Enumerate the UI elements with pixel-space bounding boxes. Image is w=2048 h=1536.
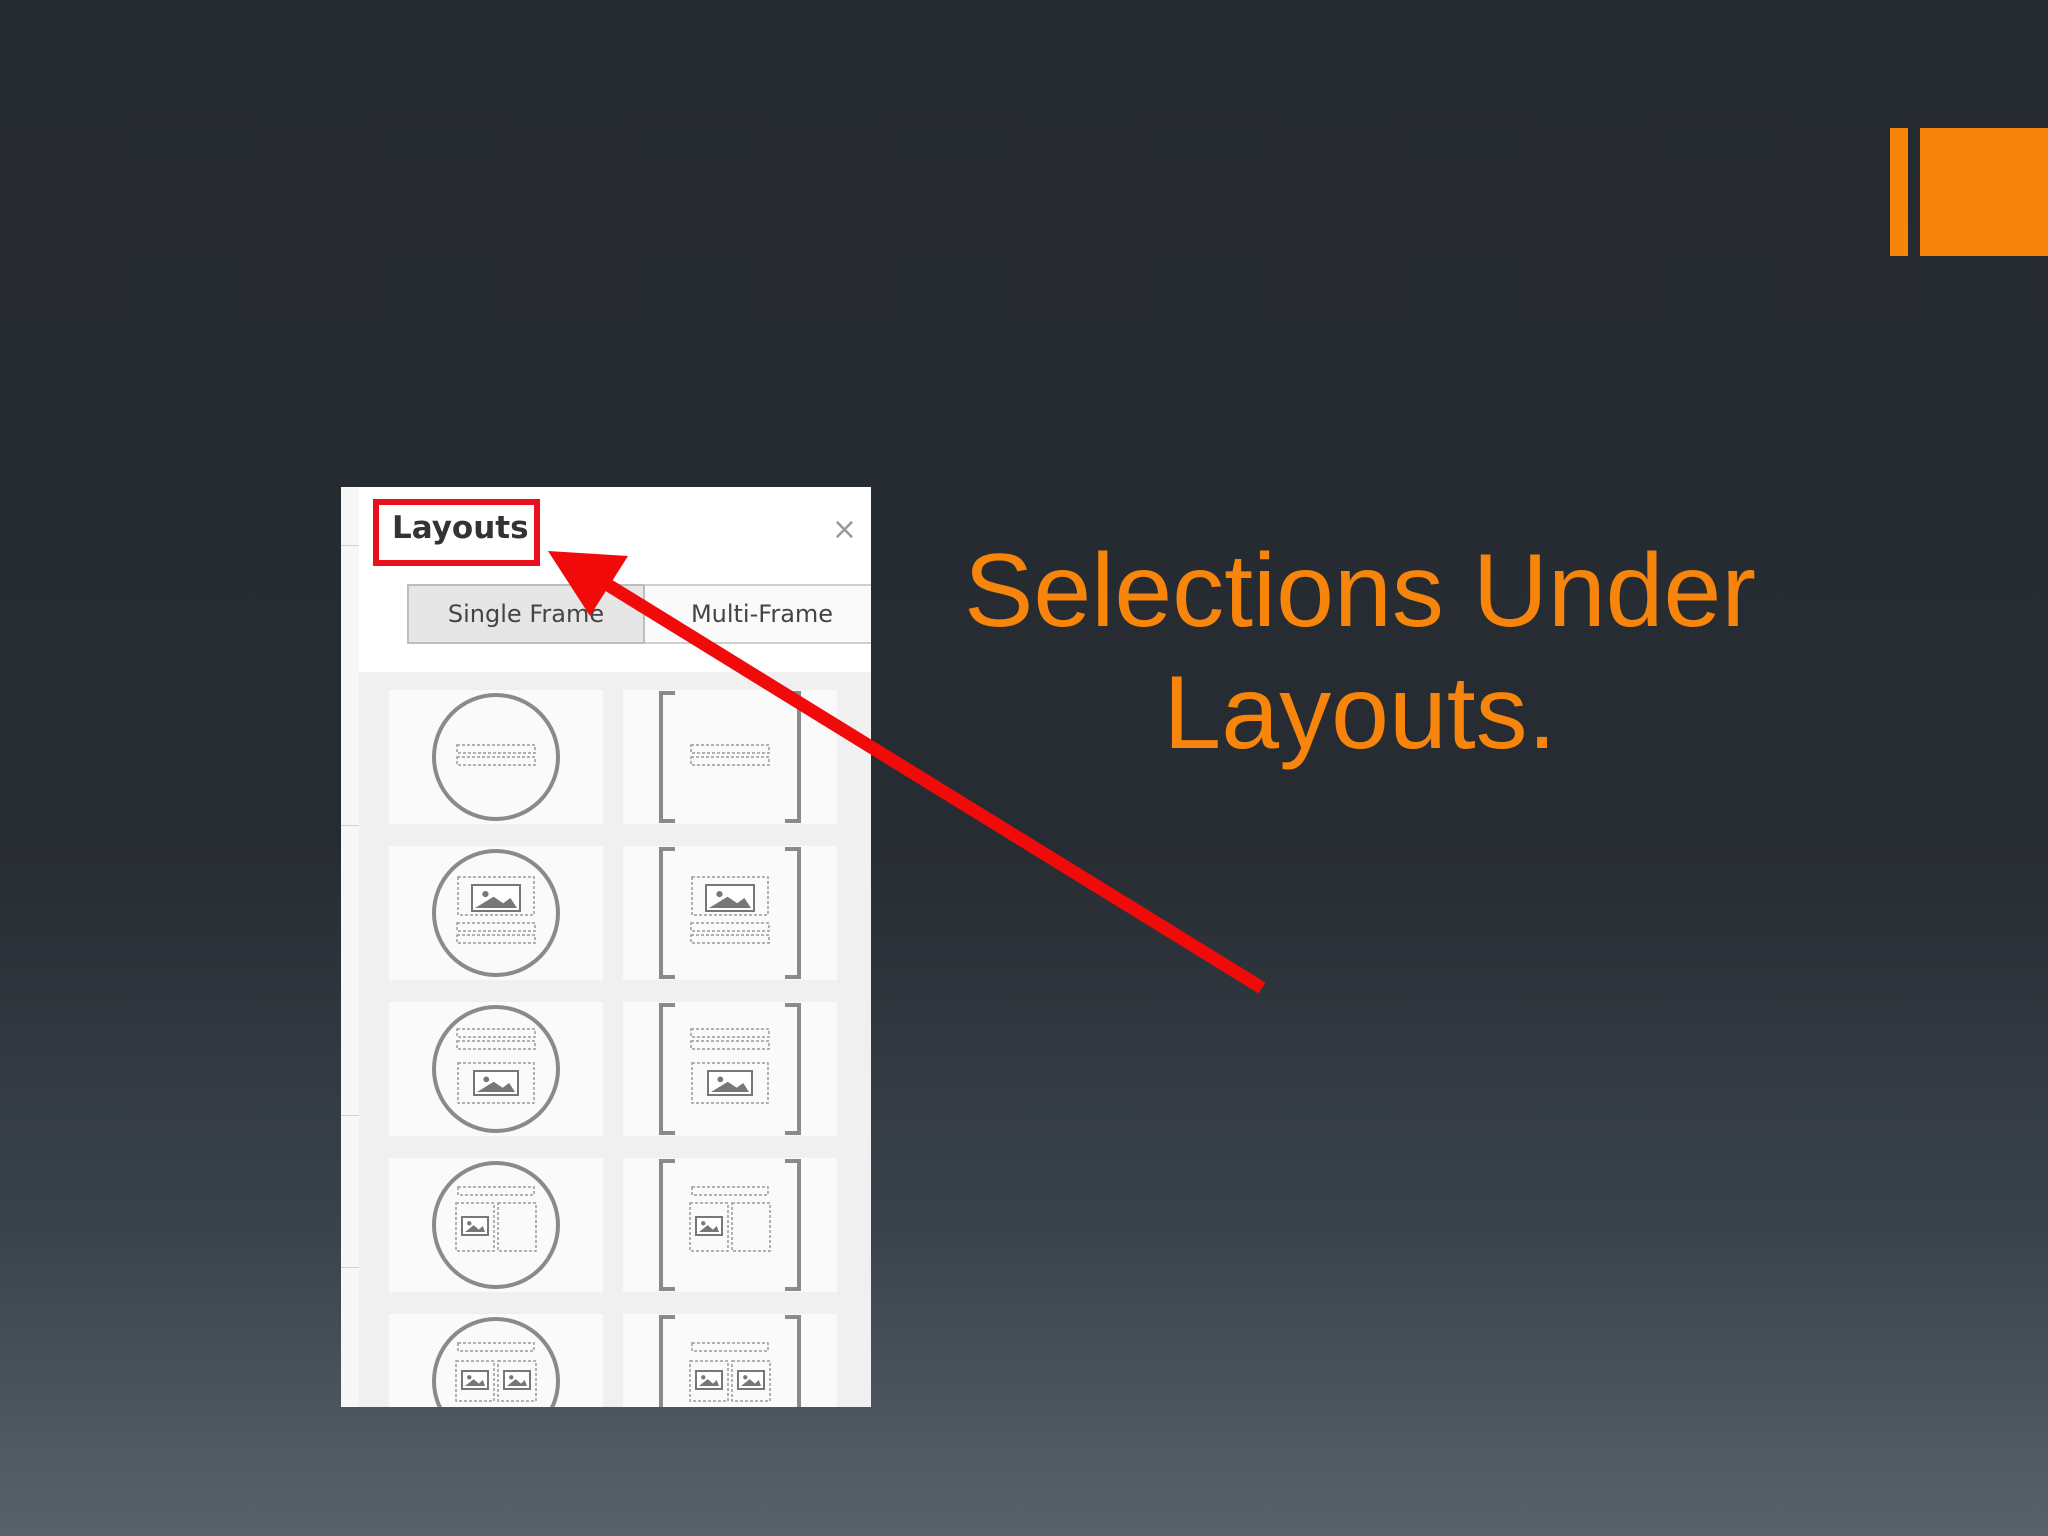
bracket-layout-icon (659, 691, 801, 823)
circle-layout-icon (432, 693, 560, 821)
layout-option-circle-text-over-two-images[interactable] (389, 1314, 603, 1407)
frame-tabs: Single Frame Multi-Frame (407, 584, 871, 644)
bracket-layout-icon (659, 1003, 801, 1135)
circle-layout-icon (432, 849, 560, 977)
layout-option-bracket-image-over-text[interactable] (623, 846, 837, 980)
layout-option-circle-image-over-text[interactable] (389, 846, 603, 980)
accent-bar-block (1920, 128, 2048, 256)
panel-left-edge (341, 487, 360, 1407)
circle-layout-icon (432, 1005, 560, 1133)
title-highlight-box (373, 499, 540, 566)
layout-grid (359, 672, 871, 1407)
layouts-panel: Layouts × Single Frame Multi-Frame (341, 487, 871, 1407)
circle-layout-icon (432, 1161, 560, 1289)
tab-multi-frame[interactable]: Multi-Frame (645, 584, 871, 644)
layout-option-circle-text-over-image[interactable] (389, 1002, 603, 1136)
circle-layout-icon (432, 1317, 560, 1407)
bracket-layout-icon (659, 1315, 801, 1407)
slide-title: Selections Under Layouts. (964, 533, 1756, 771)
bracket-layout-icon (659, 847, 801, 979)
layout-option-bracket-text-over-two-images[interactable] (623, 1314, 837, 1407)
accent-bar-thin (1890, 128, 1908, 256)
layout-option-bracket-text-only[interactable] (623, 690, 837, 824)
layout-option-circle-text-over-image-and-box[interactable] (389, 1158, 603, 1292)
tab-single-frame[interactable]: Single Frame (407, 584, 645, 644)
close-icon[interactable]: × (832, 515, 857, 545)
bracket-layout-icon (659, 1159, 801, 1291)
layout-option-bracket-text-over-image[interactable] (623, 1002, 837, 1136)
layout-option-bracket-text-over-image-and-box[interactable] (623, 1158, 837, 1292)
layout-option-circle-text-only[interactable] (389, 690, 603, 824)
